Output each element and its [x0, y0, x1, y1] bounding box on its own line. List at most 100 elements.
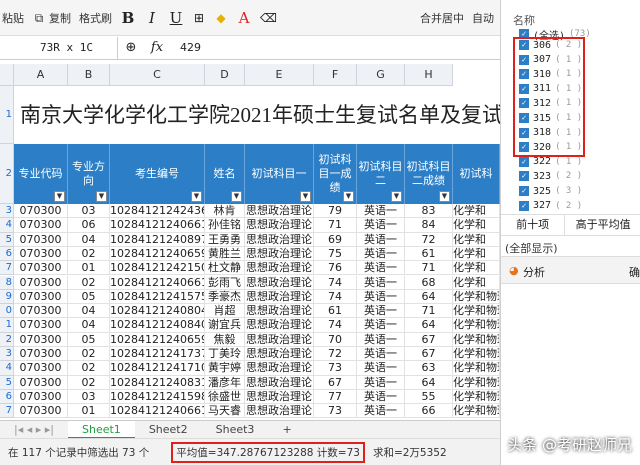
- table-cell[interactable]: 马天睿: [205, 404, 245, 419]
- table-cell[interactable]: 070300: [14, 389, 68, 405]
- table-cell[interactable]: 070300: [14, 232, 68, 247]
- table-cell[interactable]: 102841212415983: [110, 389, 205, 405]
- table-cell[interactable]: 04: [68, 318, 110, 333]
- header-cell[interactable]: 初试科目一 ▼: [245, 144, 314, 204]
- row-header[interactable]: 5: [0, 232, 14, 247]
- table-cell[interactable]: 03: [68, 389, 110, 405]
- table-cell[interactable]: 化学和: [453, 246, 500, 262]
- filter-item[interactable]: ✓ 310( 1 ): [519, 67, 582, 81]
- table-cell[interactable]: 化学和物理: [453, 389, 500, 405]
- table-cell[interactable]: 74: [314, 318, 357, 333]
- table-cell[interactable]: 思想政治理论: [245, 232, 314, 247]
- table-cell[interactable]: 070300: [14, 404, 68, 419]
- table-cell[interactable]: 孙佳铭: [205, 218, 245, 233]
- table-cell[interactable]: 02: [68, 375, 110, 390]
- checkbox-icon[interactable]: ✓: [519, 69, 529, 80]
- table-cell[interactable]: 72: [405, 232, 453, 247]
- tab-sheet2[interactable]: Sheet2: [135, 421, 202, 439]
- table-cell[interactable]: 英语一: [357, 232, 405, 247]
- table-cell[interactable]: 英语一: [357, 246, 405, 262]
- table-cell[interactable]: 070300: [14, 332, 68, 347]
- filter-dropdown-icon[interactable]: ▼: [96, 191, 107, 202]
- table-cell[interactable]: 杜文静: [205, 261, 245, 276]
- table-cell[interactable]: 徐盛世: [205, 389, 245, 405]
- italic-button[interactable]: I: [144, 9, 160, 27]
- filter-item[interactable]: ✓ 306( 2 ): [519, 38, 582, 52]
- table-cell[interactable]: 070300: [14, 261, 68, 276]
- table-cell[interactable]: 64: [405, 318, 453, 333]
- column-header[interactable]: B: [68, 64, 110, 86]
- filter-item[interactable]: ✓ 318( 1 ): [519, 126, 582, 140]
- table-cell[interactable]: 68: [405, 275, 453, 290]
- table-cell[interactable]: 02: [68, 275, 110, 290]
- table-cell[interactable]: 070300: [14, 218, 68, 233]
- analyze-button[interactable]: 分析: [523, 264, 545, 280]
- table-cell[interactable]: 英语一: [357, 318, 405, 333]
- table-cell[interactable]: 02: [68, 246, 110, 262]
- column-header[interactable]: H: [405, 64, 453, 86]
- tab-nav-arrows[interactable]: |◂ ◂ ▸ ▸|: [0, 421, 68, 439]
- table-cell[interactable]: 彭雨飞: [205, 275, 245, 290]
- table-cell[interactable]: 102841212406611: [110, 404, 205, 419]
- table-cell[interactable]: 102841212417378: [110, 347, 205, 362]
- table-cell[interactable]: 70: [314, 332, 357, 347]
- table-cell[interactable]: 55: [405, 389, 453, 405]
- table-cell[interactable]: 思想政治理论: [245, 347, 314, 362]
- format-painter-button[interactable]: 格式刷: [79, 10, 112, 26]
- auto-wrap-button[interactable]: 自动: [472, 10, 500, 26]
- fill-color-icon[interactable]: ◆: [214, 11, 228, 25]
- table-cell[interactable]: 思想政治理论: [245, 361, 314, 376]
- table-cell[interactable]: 化学和物理: [453, 347, 500, 362]
- table-cell[interactable]: 102841212421501: [110, 261, 205, 276]
- merge-center-button[interactable]: 合并居中: [420, 10, 464, 26]
- table-cell[interactable]: 化学和: [453, 218, 500, 233]
- checkbox-icon[interactable]: ✓: [519, 171, 529, 182]
- table-cell[interactable]: 化学和: [453, 232, 500, 247]
- table-cell[interactable]: 化学和: [453, 275, 500, 290]
- checkbox-icon[interactable]: ✓: [519, 142, 529, 153]
- table-cell[interactable]: 79: [314, 204, 357, 219]
- table-cell[interactable]: 102841212408978: [110, 232, 205, 247]
- border-icon[interactable]: ⊞: [192, 11, 206, 25]
- add-sheet-button[interactable]: +: [268, 421, 305, 439]
- table-cell[interactable]: 71: [314, 218, 357, 233]
- checkbox-icon[interactable]: ✓: [519, 83, 529, 94]
- table-cell[interactable]: 070300: [14, 347, 68, 362]
- table-cell[interactable]: 季豪杰: [205, 289, 245, 305]
- table-cell[interactable]: 01: [68, 404, 110, 419]
- table-cell[interactable]: 思想政治理论: [245, 275, 314, 290]
- table-cell[interactable]: 化学和物理: [453, 375, 500, 390]
- name-box[interactable]: 73R x 1C: [0, 36, 118, 59]
- table-cell[interactable]: 04: [68, 232, 110, 247]
- table-cell[interactable]: 02: [68, 361, 110, 376]
- table-cell[interactable]: 102841212424362: [110, 204, 205, 219]
- table-cell[interactable]: 英语一: [357, 204, 405, 219]
- table-cell[interactable]: 83: [405, 204, 453, 219]
- column-header[interactable]: E: [245, 64, 314, 86]
- formula-input[interactable]: 429: [170, 41, 201, 54]
- table-cell[interactable]: 73: [314, 404, 357, 419]
- filter-dropdown-icon[interactable]: ▼: [300, 191, 311, 202]
- checkbox-icon[interactable]: ✓: [519, 54, 529, 65]
- column-header[interactable]: C: [110, 64, 205, 86]
- table-cell[interactable]: 化学和物理: [453, 361, 500, 376]
- filter-item[interactable]: ✓ 327( 2 ): [519, 199, 582, 213]
- row-header[interactable]: 1: [0, 318, 14, 333]
- table-cell[interactable]: 64: [405, 375, 453, 390]
- filter-item[interactable]: ✓ 315( 1 ): [519, 111, 582, 125]
- row-header[interactable]: 5: [0, 375, 14, 390]
- table-cell[interactable]: 66: [405, 404, 453, 419]
- filter-dropdown-icon[interactable]: ▼: [391, 191, 402, 202]
- tab-sheet1[interactable]: Sheet1: [68, 420, 135, 439]
- table-cell[interactable]: 化学和物理: [453, 304, 500, 319]
- table-cell[interactable]: 04: [68, 304, 110, 319]
- row-header[interactable]: 2: [0, 144, 14, 204]
- header-cell[interactable]: 初试科目二 ▼: [357, 144, 405, 204]
- table-cell[interactable]: 102841212415752: [110, 289, 205, 305]
- table-cell[interactable]: 思想政治理论: [245, 304, 314, 319]
- filter-dropdown-icon[interactable]: ▼: [191, 191, 202, 202]
- table-cell[interactable]: 思想政治理论: [245, 246, 314, 262]
- table-cell[interactable]: 02: [68, 347, 110, 362]
- table-cell[interactable]: 070300: [14, 289, 68, 305]
- table-cell[interactable]: 61: [405, 246, 453, 262]
